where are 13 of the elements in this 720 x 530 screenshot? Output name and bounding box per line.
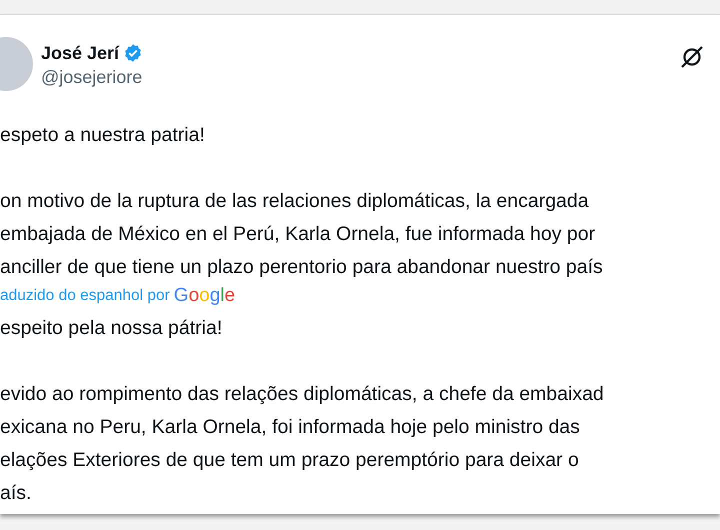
translated-text-line: evido ao rompimento das relações diplomáticas, a chefe da embaixad (0, 382, 604, 407)
post-text-line: on motivo de la ruptura de las relaciones diplomáticas, la encargada (0, 189, 589, 214)
google-logo: Google (174, 284, 236, 308)
post-text-line: anciller de que tiene un plazo perentorio para abandonar nuestro país (0, 255, 603, 280)
post-text-line: embajada de México en el Perú, Karla Ornela, fue informada hoy por (0, 222, 596, 247)
translated-text-line: exicana no Peru, Karla Ornela, foi informada hoje pelo ministro das (0, 415, 580, 440)
author-name[interactable]: José Jerí (41, 42, 120, 64)
author-handle[interactable]: @josejeriore (41, 65, 144, 89)
translated-text-line: elações Exteriores de que tem um prazo peremptório para deixar o (0, 448, 579, 473)
translated-text-line: espeito pela nossa pátria! (0, 316, 222, 341)
post-text-line: espeto a nuestra patria! (0, 123, 205, 148)
slashed-circle-icon[interactable] (680, 45, 704, 69)
translated-text-line: aís. (0, 481, 32, 506)
